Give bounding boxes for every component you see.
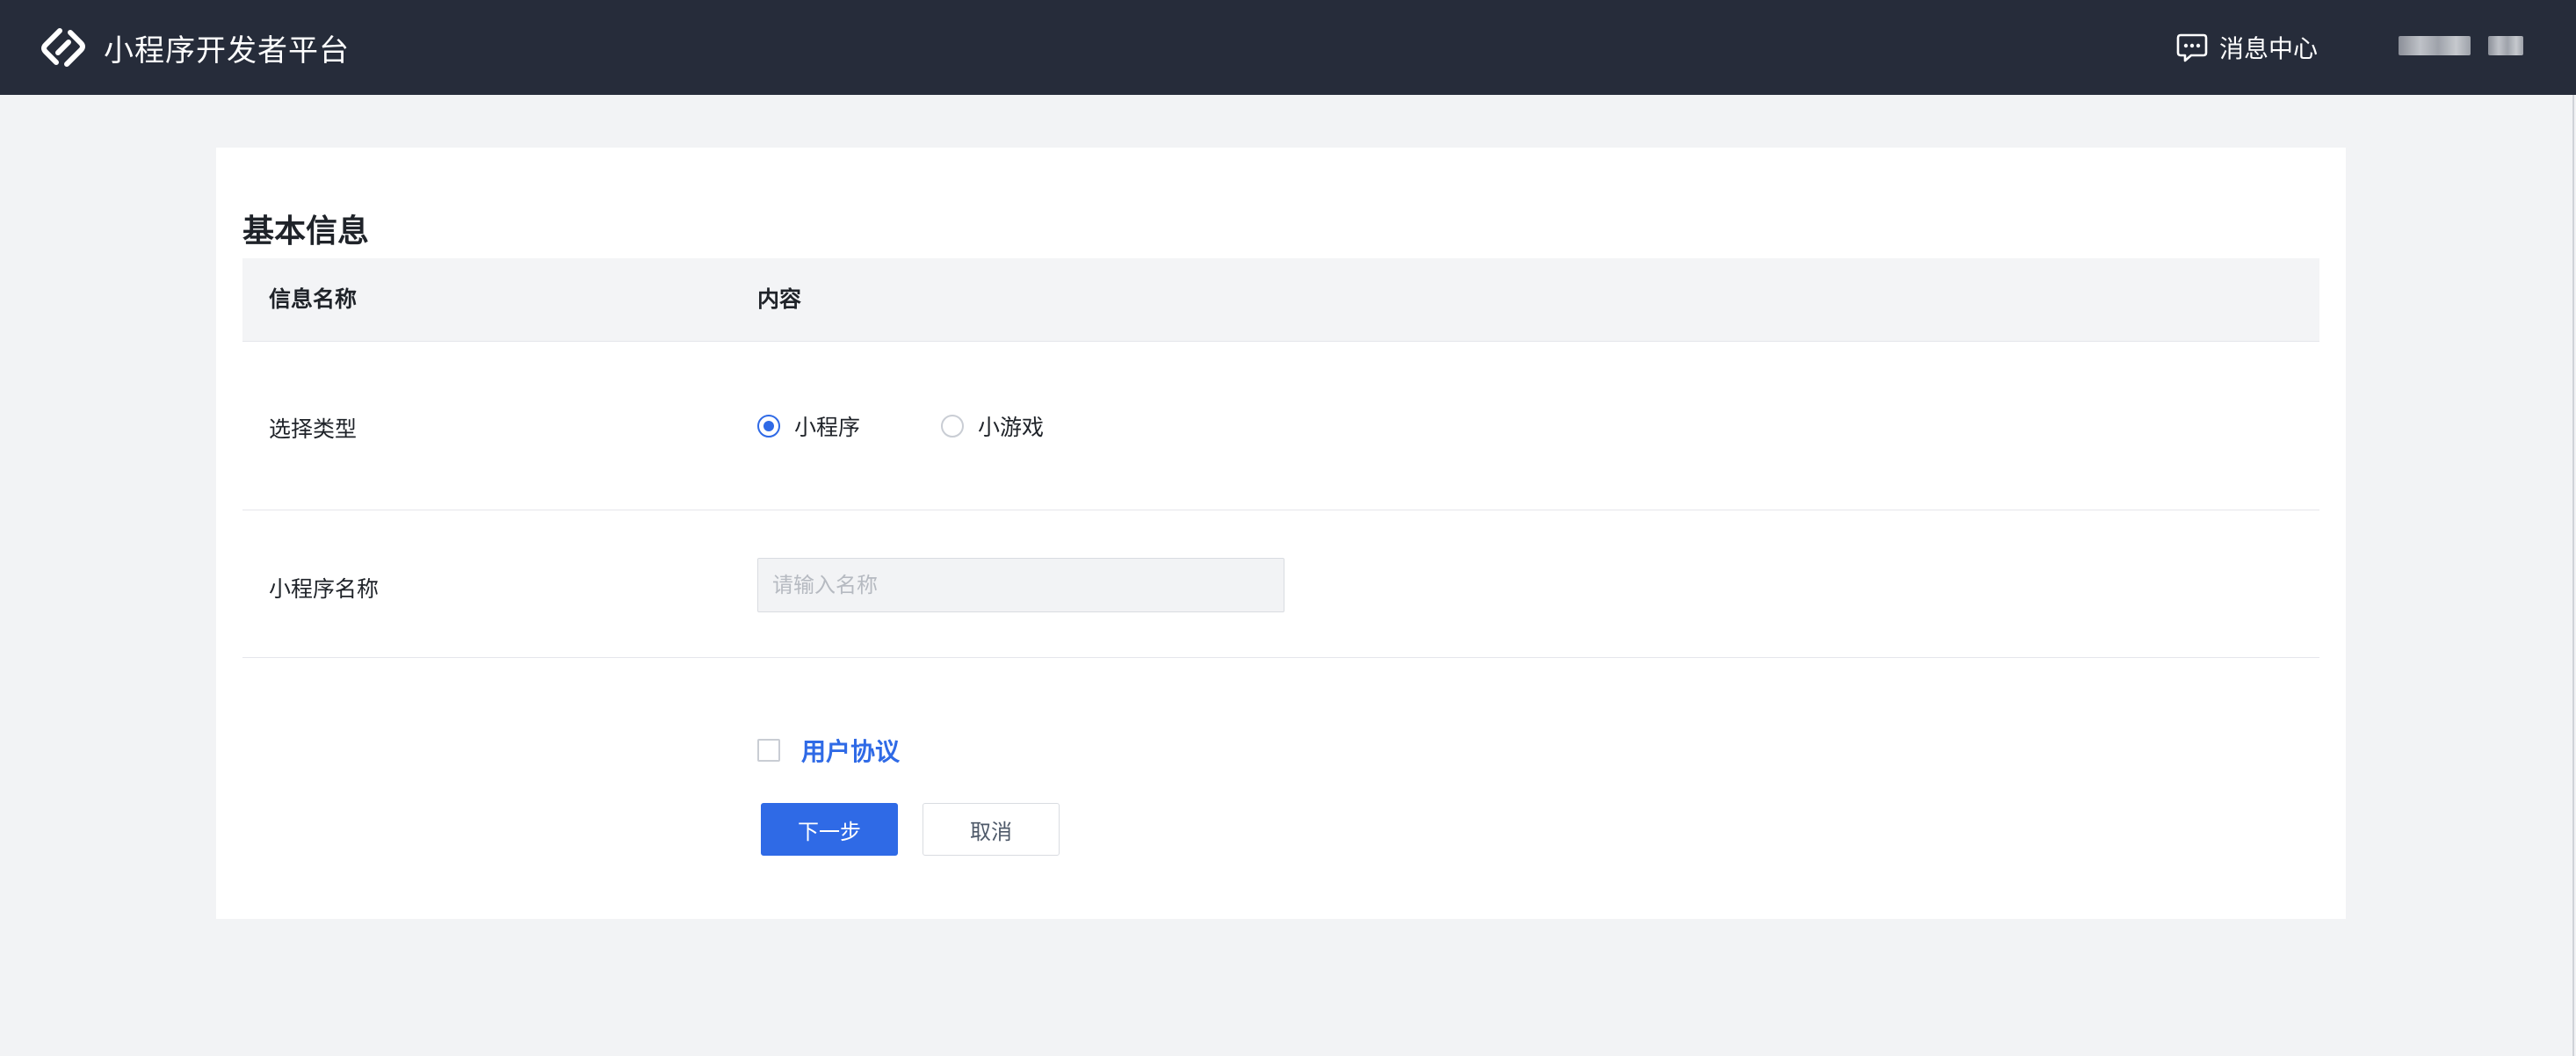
- radio-option-mini-program[interactable]: 小程序: [757, 410, 860, 442]
- section-title: 基本信息: [242, 213, 370, 250]
- table-row-name: 小程序名称: [242, 510, 2319, 658]
- mini-program-logo-icon: [39, 23, 88, 72]
- account-menu[interactable]: [2399, 35, 2523, 56]
- agreement-row: 用户协议: [757, 733, 900, 768]
- name-input[interactable]: [757, 558, 1284, 612]
- message-bubble-icon: [2175, 31, 2209, 64]
- cancel-button[interactable]: 取消: [923, 803, 1060, 856]
- column-header-name: 信息名称: [269, 286, 358, 312]
- scrollbar-edge: [2572, 95, 2574, 1056]
- table-row-type: 选择类型 小程序 小游戏: [242, 342, 2319, 510]
- top-navigation-bar: 小程序开发者平台 消息中心: [0, 0, 2576, 95]
- basic-info-card: 基本信息 信息名称 内容 选择类型 小程序 小游戏 小程序名称 请输入名称 用户…: [216, 148, 2346, 919]
- brand-title: 小程序开发者平台: [104, 33, 350, 69]
- message-center-link[interactable]: 消息中心: [2175, 0, 2318, 95]
- type-radio-group: 小程序 小游戏: [757, 410, 1125, 442]
- radio-button-unchecked[interactable]: [941, 415, 965, 438]
- radio-label-mini-program: 小程序: [794, 415, 861, 440]
- account-name-redacted: [2399, 36, 2471, 55]
- radio-option-mini-game[interactable]: 小游戏: [941, 410, 1044, 442]
- agreement-checkbox[interactable]: [757, 739, 780, 762]
- account-action-redacted: [2488, 36, 2523, 55]
- brand[interactable]: 小程序开发者平台: [39, 0, 350, 95]
- info-table: 信息名称 内容 选择类型 小程序 小游戏 小程序名称: [242, 258, 2319, 658]
- user-agreement-link[interactable]: 用户协议: [801, 733, 900, 768]
- next-step-button[interactable]: 下一步: [761, 803, 898, 856]
- radio-label-mini-game: 小游戏: [978, 415, 1045, 440]
- radio-button-checked[interactable]: [757, 415, 780, 438]
- name-label: 小程序名称: [269, 576, 380, 602]
- type-label: 选择类型: [269, 416, 358, 442]
- table-header: 信息名称 内容: [242, 258, 2319, 342]
- message-center-label: 消息中心: [2219, 34, 2319, 63]
- column-header-content: 内容: [757, 286, 802, 312]
